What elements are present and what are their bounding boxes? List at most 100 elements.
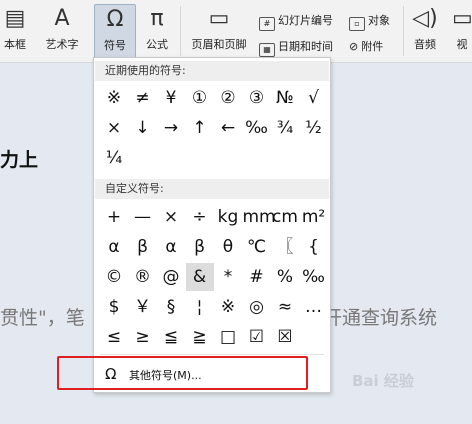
- object-button[interactable]: ▫ 对象: [349, 12, 390, 31]
- menu-separator: [100, 354, 324, 355]
- symbol-cell[interactable]: ↓: [129, 114, 157, 142]
- custom-symbols-header: 自定义符号:: [95, 179, 329, 199]
- symbol-cell[interactable]: ®: [129, 263, 157, 291]
- wordart-icon: A: [54, 6, 70, 31]
- symbol-cell[interactable]: ×: [157, 203, 185, 231]
- symbol-cell[interactable]: ¾: [271, 114, 299, 142]
- symbol-cell[interactable]: ©: [100, 263, 128, 291]
- date-time-button[interactable]: ▦ 日期和时间: [259, 38, 333, 57]
- symbol-cell[interactable]: ‰: [300, 263, 328, 291]
- audio-label: 音频: [414, 38, 436, 51]
- ribbon-separator: [180, 6, 181, 56]
- wordart-button[interactable]: A 艺术字: [36, 4, 88, 58]
- watermark: Bai 经验: [352, 370, 414, 391]
- symbol-cell[interactable]: @: [157, 263, 185, 291]
- symbol-cell[interactable]: α: [100, 233, 128, 261]
- video-label: 视: [456, 38, 468, 51]
- symbol-cell[interactable]: ¦: [186, 293, 214, 321]
- symbol-cell[interactable]: ↑: [186, 114, 214, 142]
- paperclip-icon: ⊘: [349, 40, 359, 53]
- symbol-cell[interactable]: {: [300, 233, 328, 261]
- symbol-cell[interactable]: ①: [186, 84, 214, 112]
- omega-icon: Ω: [106, 7, 124, 32]
- video-button[interactable]: ▭ 视: [452, 4, 472, 58]
- symbol-cell[interactable]: ☑: [243, 323, 271, 351]
- symbol-cell[interactable]: ≠: [129, 84, 157, 112]
- header-footer-button[interactable]: ▭ 页眉和页脚: [186, 4, 252, 58]
- symbol-cell[interactable]: ℃: [243, 233, 271, 261]
- highlight-annotation-box: [57, 356, 308, 390]
- calendar-icon: ▦: [259, 43, 275, 57]
- symbol-button[interactable]: Ω 符号: [94, 4, 136, 60]
- symbol-cell[interactable]: 〖: [271, 233, 299, 261]
- attachment-label: 附件: [361, 40, 384, 53]
- document-text-right: 开通查询系统: [323, 307, 438, 329]
- wordart-label: 艺术字: [45, 38, 79, 51]
- textbox-button[interactable]: ▤ 本框: [0, 4, 30, 58]
- header-footer-icon: ▭: [208, 6, 230, 31]
- symbol-cell[interactable]: β: [129, 233, 157, 261]
- symbol-cell[interactable]: %: [271, 263, 299, 291]
- symbol-cell[interactable]: *: [214, 263, 242, 291]
- symbol-cell[interactable]: ※: [214, 293, 242, 321]
- symbol-cell[interactable]: ÷: [186, 203, 214, 231]
- symbol-cell[interactable]: ≤: [100, 323, 128, 351]
- symbol-cell[interactable]: mm: [243, 203, 276, 231]
- symbol-cell[interactable]: cm: [271, 203, 299, 231]
- header-footer-label: 页眉和页脚: [191, 38, 247, 51]
- slide-number-label: 幻灯片编号: [278, 14, 333, 27]
- symbol-cell[interactable]: ※: [100, 84, 128, 112]
- symbol-cell[interactable]: ◎: [243, 293, 271, 321]
- pi-icon: π: [150, 6, 164, 31]
- recent-symbols-grid: ※ ≠ ¥ ① ② ③ № √ × ↓ → ↑ ← ‰ ¾ ½ ¼: [94, 84, 330, 174]
- symbol-cell[interactable]: ←: [214, 114, 242, 142]
- symbol-cell[interactable]: +: [100, 203, 128, 231]
- symbol-dropdown: 近期使用的符号: ※ ≠ ¥ ① ② ③ № √ × ↓ → ↑ ← ‰ ¾ ½ ¼ 自定义符号: + — × ÷ kg…: [93, 57, 331, 393]
- audio-button[interactable]: ◁) 音频: [408, 4, 442, 58]
- symbol-cell[interactable]: &: [185, 263, 214, 291]
- symbol-cell[interactable]: §: [157, 293, 185, 321]
- symbol-cell[interactable]: ×: [100, 114, 128, 142]
- textbox-icon: ▤: [4, 6, 26, 31]
- symbol-cell[interactable]: ☒: [271, 323, 299, 351]
- symbol-cell[interactable]: ¥: [157, 84, 185, 112]
- symbol-cell[interactable]: $: [100, 293, 128, 321]
- symbol-cell[interactable]: ②: [214, 84, 242, 112]
- document-heading: 力上: [0, 149, 39, 171]
- symbol-cell[interactable]: kg: [214, 203, 242, 231]
- formula-button[interactable]: π 公式: [140, 4, 174, 58]
- symbol-label: 符号: [104, 39, 126, 52]
- custom-symbols-grid: + — × ÷ kg mm cm m² α β α β θ ℃ 〖{© ® @ & * #% ‰ $ ￥ § ¦ ※ ◎ ≈… ≤ ≥ ≦ ≧…: [94, 203, 330, 353]
- symbol-cell[interactable]: ≈: [271, 293, 299, 321]
- symbol-cell[interactable]: ≧: [186, 323, 214, 351]
- textbox-label: 本框: [4, 38, 26, 51]
- symbol-cell[interactable]: ¼: [100, 144, 128, 172]
- symbol-cell[interactable]: ￥: [129, 293, 157, 321]
- symbol-cell[interactable]: β: [186, 233, 214, 261]
- slide-number-button[interactable]: # 幻灯片编号: [259, 12, 333, 31]
- symbol-cell[interactable]: —: [129, 203, 157, 231]
- symbol-cell[interactable]: √: [300, 84, 328, 112]
- symbol-cell[interactable]: …: [300, 293, 328, 321]
- symbol-cell[interactable]: №: [271, 84, 299, 112]
- speaker-icon: ◁): [412, 6, 438, 31]
- symbol-cell[interactable]: θ: [214, 233, 242, 261]
- symbol-cell[interactable]: ③: [243, 84, 271, 112]
- symbol-cell[interactable]: #: [243, 263, 271, 291]
- symbol-cell[interactable]: ‰: [243, 114, 271, 142]
- symbol-cell[interactable]: →: [157, 114, 185, 142]
- recent-symbols-header: 近期使用的符号:: [95, 61, 329, 81]
- document-text-left: 贯性"，笔: [0, 307, 85, 329]
- attachment-button[interactable]: ⊘ 附件: [349, 38, 383, 54]
- ribbon-separator: [403, 6, 404, 56]
- symbol-cell[interactable]: m²: [300, 203, 328, 231]
- video-icon: ▭: [452, 6, 472, 31]
- symbol-cell[interactable]: ≥: [129, 323, 157, 351]
- symbol-cell[interactable]: ½: [300, 114, 328, 142]
- symbol-cell[interactable]: □: [214, 323, 242, 351]
- object-label: 对象: [368, 14, 390, 27]
- watermark-text: Bai 经验: [352, 372, 414, 390]
- formula-label: 公式: [146, 38, 168, 51]
- symbol-cell[interactable]: α: [157, 233, 185, 261]
- symbol-cell[interactable]: ≦: [157, 323, 185, 351]
